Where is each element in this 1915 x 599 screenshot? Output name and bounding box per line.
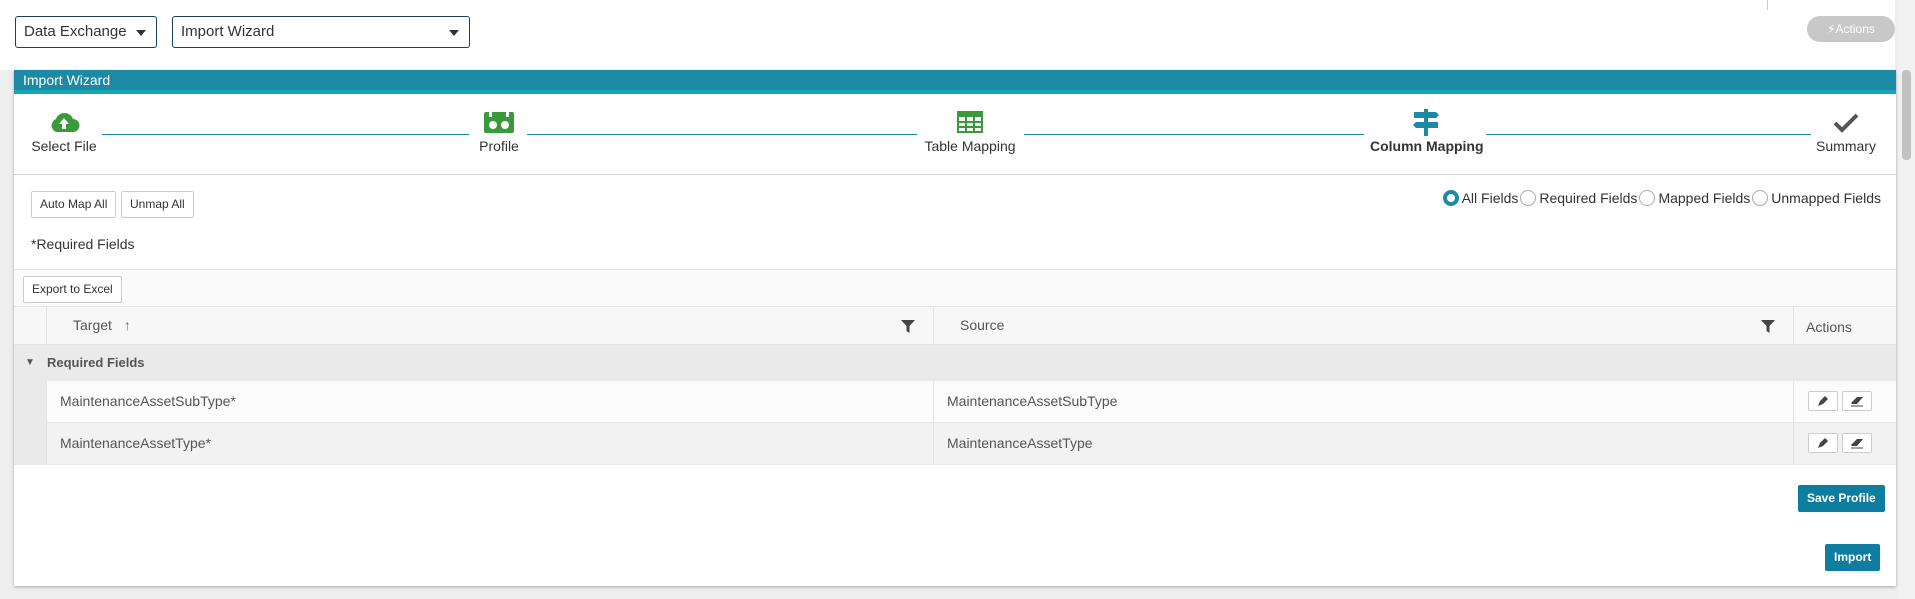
divider [1767,0,1768,10]
radio-label: All Fields [1461,190,1519,206]
radio-all-fields[interactable]: All Fields [1442,190,1519,206]
group-label: Required Fields [47,355,145,370]
grid-toolbar: Export to Excel [14,269,1896,306]
module-select[interactable]: Data Exchange [15,16,157,48]
step-connector [1024,134,1364,135]
column-divider [933,423,934,464]
export-to-excel-button[interactable]: Export to Excel [23,276,122,303]
profile-icon [474,108,524,136]
step-select-file[interactable]: Select File [28,94,100,154]
filter-icon[interactable] [901,320,915,333]
column-divider [46,423,47,464]
pencil-icon [1818,438,1828,449]
clear-mapping-button[interactable] [1842,433,1872,454]
step-label: Column Mapping [1370,138,1484,154]
lightning-icon: ⚡ [1827,22,1836,36]
panel-title: Import Wizard [14,70,1896,94]
step-connector [1486,134,1811,135]
radio-required-fields[interactable]: Required Fields [1520,190,1637,206]
scrollbar-thumb[interactable] [1902,70,1911,160]
actions-button[interactable]: ⚡Actions [1807,16,1895,42]
page-select[interactable]: Import Wizard [172,16,470,48]
radio-circle[interactable] [1639,190,1656,206]
radio-label: Required Fields [1539,190,1638,206]
column-header-label: Target [73,317,112,333]
pencil-icon [1818,396,1828,407]
signpost-icon [1370,108,1482,136]
radio-label: Unmapped Fields [1771,190,1881,206]
check-icon [1814,108,1878,136]
step-label: Profile [479,138,519,154]
module-select-value: Data Exchange [24,23,127,40]
cloud-upload-icon [28,108,100,136]
import-wizard-panel: Import Wizard Select File Profile Table … [14,70,1896,586]
edit-mapping-button[interactable] [1808,433,1838,454]
import-button[interactable]: Import [1825,544,1881,571]
row-indent [14,381,46,422]
grid-header: Target ↑ Source Actions [14,306,1896,345]
auto-map-all-button[interactable]: Auto Map All [31,191,117,218]
radio-circle[interactable] [1520,190,1537,206]
column-header-target[interactable]: Target ↑ [73,307,131,344]
source-cell[interactable]: MaintenanceAssetSubType [947,381,1117,422]
step-connector [527,134,917,135]
column-divider [1793,307,1794,344]
scrollbar[interactable] [1898,0,1915,599]
step-summary[interactable]: Summary [1814,94,1878,154]
wizard-stepper: Select File Profile Table Mapping Column… [14,94,1896,175]
chevron-down-icon [449,30,459,36]
radio-label: Mapped Fields [1658,190,1751,206]
collapse-triangle-icon[interactable]: ▼ [25,345,35,381]
step-label: Select File [31,138,97,154]
target-cell[interactable]: MaintenanceAssetType* [60,423,211,464]
radio-mapped-fields[interactable]: Mapped Fields [1639,190,1750,206]
step-profile[interactable]: Profile [474,94,524,154]
radio-circle[interactable] [1752,190,1769,206]
edit-mapping-button[interactable] [1808,391,1838,412]
table-icon [919,108,1021,136]
column-divider [1793,381,1794,422]
clear-mapping-button[interactable] [1842,391,1872,412]
actions-button-label: Actions [1835,22,1875,36]
group-row[interactable]: ▼ Required Fields [14,345,1896,381]
unmap-all-button[interactable]: Unmap All [121,191,194,218]
radio-unmapped-fields[interactable]: Unmapped Fields [1752,190,1881,206]
eraser-icon [1851,439,1863,449]
row-actions [1808,423,1876,464]
column-mapping-grid: Target ↑ Source Actions ▼ Required Field… [14,306,1896,465]
target-cell[interactable]: MaintenanceAssetSubType* [60,381,236,422]
chevron-down-icon [136,30,146,36]
eraser-icon [1851,397,1863,407]
column-header-actions: Actions [1806,319,1852,335]
step-label: Table Mapping [924,138,1016,154]
column-divider [1793,423,1794,464]
table-row[interactable]: MaintenanceAssetType* MaintenanceAssetTy… [14,423,1896,465]
top-bar: Data Exchange Import Wizard ⚡Actions [0,0,1895,70]
step-column-mapping[interactable]: Column Mapping [1370,94,1484,154]
column-header-source[interactable]: Source [960,307,1004,344]
source-cell[interactable]: MaintenanceAssetType [947,423,1093,464]
column-divider [933,307,934,344]
column-divider [46,381,47,422]
sort-ascending-icon: ↑ [123,317,131,333]
filter-icon[interactable] [1761,320,1775,333]
row-actions [1808,381,1876,422]
step-table-mapping[interactable]: Table Mapping [919,94,1021,154]
page-select-value: Import Wizard [181,23,275,40]
step-label: Summary [1816,138,1876,154]
row-indent [14,423,46,464]
save-profile-button[interactable]: Save Profile [1798,485,1885,512]
column-divider [46,307,47,344]
table-row[interactable]: MaintenanceAssetSubType* MaintenanceAsse… [14,381,1896,423]
required-fields-note: *Required Fields [31,236,135,252]
radio-circle[interactable] [1442,190,1459,206]
column-divider [933,381,934,422]
step-connector [102,134,469,135]
field-filter-radios: All Fields Required Fields Mapped Fields… [1441,190,1881,206]
